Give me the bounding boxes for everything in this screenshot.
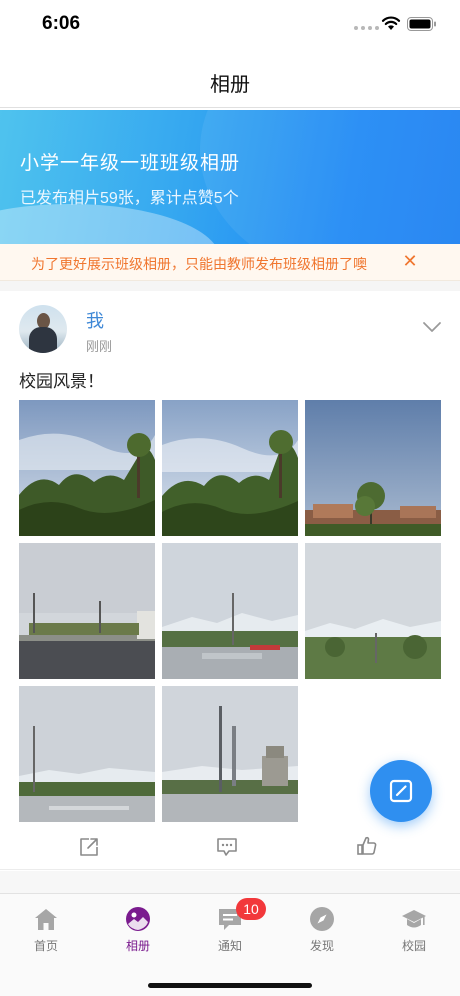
signal-icon	[354, 26, 379, 30]
album-banner: 小学一年级一班班级相册 已发布相片59张，累计点赞5个	[0, 110, 460, 244]
banner-subtitle: 已发布相片59张，累计点赞5个	[20, 190, 239, 207]
post-photo[interactable]	[19, 400, 155, 536]
divider	[0, 871, 460, 893]
post-photo[interactable]	[19, 686, 155, 822]
notification-badge: 10	[236, 898, 266, 920]
page-title: 相册	[210, 74, 250, 96]
home-indicator	[148, 983, 312, 988]
tab-home[interactable]: 首页	[0, 902, 92, 958]
avatar[interactable]	[19, 305, 67, 353]
tab-bar: 首页 相册 10 通知 发现 校园	[0, 893, 460, 996]
divider	[0, 281, 460, 291]
post-photo[interactable]	[19, 543, 155, 679]
campus-icon	[402, 910, 426, 928]
post-photo[interactable]	[162, 686, 298, 822]
post-photo[interactable]	[162, 400, 298, 536]
nav-bar: 相册	[0, 50, 460, 108]
like-icon[interactable]	[356, 835, 378, 857]
status-bar: 6:06	[0, 0, 460, 50]
banner-decoration	[0, 204, 220, 244]
notice-bar: 为了更好展示班级相册，只能由教师发布班级相册了噢 ✕	[0, 244, 460, 281]
close-icon[interactable]: ✕	[400, 251, 420, 271]
tab-label: 校园	[401, 939, 426, 953]
new-post-button[interactable]	[370, 760, 432, 822]
edit-icon	[389, 779, 413, 803]
share-icon[interactable]	[78, 836, 100, 858]
comment-icon[interactable]	[216, 836, 238, 858]
post-photo[interactable]	[305, 543, 441, 679]
tab-campus[interactable]: 校园	[368, 902, 460, 958]
tab-label: 发现	[309, 939, 334, 953]
battery-icon	[407, 17, 436, 31]
wifi-icon	[381, 16, 401, 30]
tab-label: 首页	[33, 939, 58, 953]
tab-discover[interactable]: 发现	[276, 902, 368, 958]
tab-label: 相册	[125, 939, 150, 953]
chevron-down-icon[interactable]	[422, 320, 442, 334]
tab-notice[interactable]: 10 通知	[184, 898, 276, 958]
banner-decoration	[200, 110, 460, 244]
home-icon	[35, 909, 57, 930]
post-photo[interactable]	[162, 543, 298, 679]
author-name[interactable]: 我	[86, 307, 104, 333]
compass-icon	[310, 907, 334, 931]
status-time: 6:06	[42, 13, 81, 34]
tab-album[interactable]: 相册	[92, 902, 184, 958]
post-time: 刚刚	[86, 339, 113, 354]
banner-title: 小学一年级一班班级相册	[20, 153, 241, 174]
tab-label: 通知	[217, 939, 242, 953]
post-photo[interactable]	[305, 400, 441, 536]
post-text: 校园风景！	[19, 372, 104, 391]
album-icon	[126, 907, 150, 931]
notice-text: 为了更好展示班级相册，只能由教师发布班级相册了噢	[31, 256, 367, 272]
post-actions	[0, 826, 460, 870]
